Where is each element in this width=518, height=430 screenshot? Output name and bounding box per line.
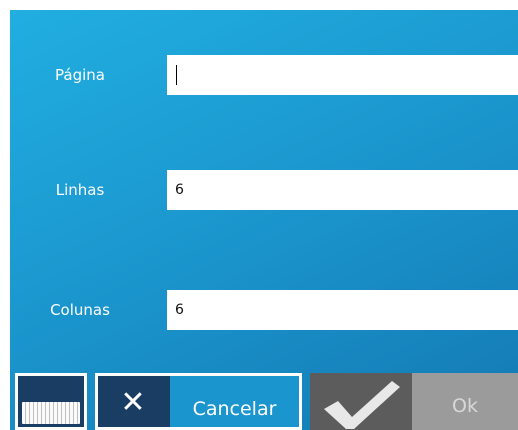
colunas-input[interactable] xyxy=(167,290,518,330)
cancel-button[interactable]: Cancelar xyxy=(170,373,302,430)
keyboard-button[interactable] xyxy=(15,373,87,430)
ok-icon-button[interactable] xyxy=(310,373,412,430)
cancel-label: Cancelar xyxy=(192,398,277,420)
colunas-row: Colunas xyxy=(10,290,518,330)
linhas-row: Linhas xyxy=(10,170,518,210)
text-caret xyxy=(176,65,177,85)
linhas-label: Linhas xyxy=(55,181,105,199)
goto-page-dialog: Página Linhas Colunas ✕ Cancelar Ok xyxy=(10,10,518,430)
ok-label: Ok xyxy=(452,395,478,417)
ok-button[interactable]: Ok xyxy=(412,373,518,430)
close-icon: ✕ xyxy=(120,385,146,420)
cancel-icon-button[interactable]: ✕ xyxy=(95,373,170,430)
keyboard-icon xyxy=(22,402,80,424)
linhas-input[interactable] xyxy=(167,170,518,210)
pagina-label: Página xyxy=(55,66,105,84)
pagina-row: Página xyxy=(10,55,518,95)
colunas-label: Colunas xyxy=(50,301,110,319)
pagina-input[interactable] xyxy=(167,55,518,95)
checkmark-icon xyxy=(324,381,400,429)
